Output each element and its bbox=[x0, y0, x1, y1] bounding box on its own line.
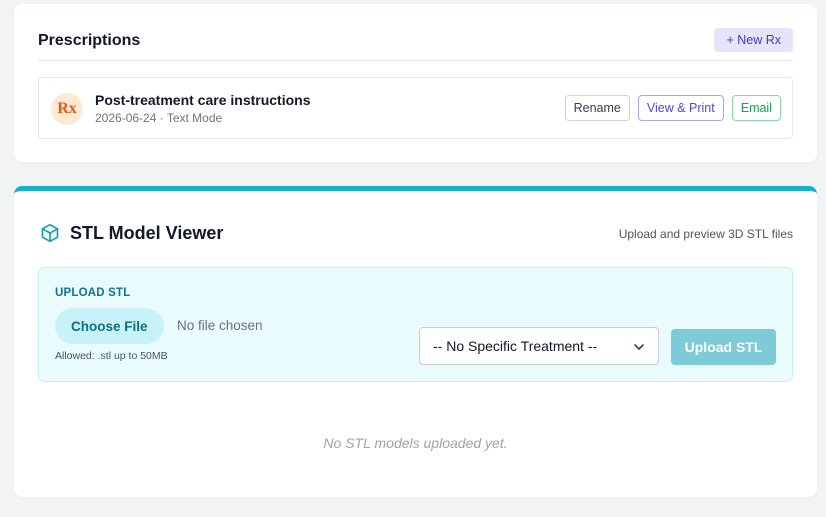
empty-state-message: No STL models uploaded yet. bbox=[323, 435, 508, 451]
rx-avatar: Rx bbox=[51, 93, 83, 125]
prescription-name: Post-treatment care instructions bbox=[95, 92, 311, 108]
file-status: No file chosen bbox=[177, 318, 263, 333]
cube-icon bbox=[40, 223, 60, 243]
prescriptions-card: Prescriptions + New Rx Rx Post-treatment… bbox=[14, 4, 817, 162]
allowed-file-hint: Allowed: .stl up to 50MB bbox=[55, 350, 168, 362]
email-button[interactable]: Email bbox=[731, 95, 781, 121]
stl-viewer-subtitle: Upload and preview 3D STL files bbox=[618, 227, 793, 241]
choose-file-button[interactable]: Choose File bbox=[55, 308, 164, 344]
treatment-select[interactable]: -- No Specific Treatment -- bbox=[419, 327, 659, 365]
prescription-meta: 2026-06-24 · Text Mode bbox=[95, 111, 223, 125]
stl-viewer-title: STL Model Viewer bbox=[70, 223, 224, 243]
prescriptions-header: Prescriptions + New Rx bbox=[38, 27, 793, 61]
prescription-item: Rx Post-treatment care instructions 2026… bbox=[38, 77, 793, 139]
upload-panel: UPLOAD STL Choose File No file chosen Al… bbox=[38, 267, 793, 382]
treatment-select-value: -- No Specific Treatment -- bbox=[433, 338, 598, 354]
stl-viewer-card: STL Model Viewer Upload and preview 3D S… bbox=[14, 186, 817, 497]
upload-stl-button[interactable]: Upload STL bbox=[671, 329, 776, 365]
upload-stl-label: UPLOAD STL bbox=[55, 287, 131, 299]
prescriptions-title: Prescriptions bbox=[38, 32, 141, 49]
new-rx-button[interactable]: + New Rx bbox=[714, 28, 793, 52]
prescription-actions: Rename View & Print Email bbox=[564, 95, 781, 121]
chevron-down-icon bbox=[632, 340, 646, 354]
rename-button[interactable]: Rename bbox=[564, 95, 630, 121]
view-print-button[interactable]: View & Print bbox=[637, 95, 724, 121]
